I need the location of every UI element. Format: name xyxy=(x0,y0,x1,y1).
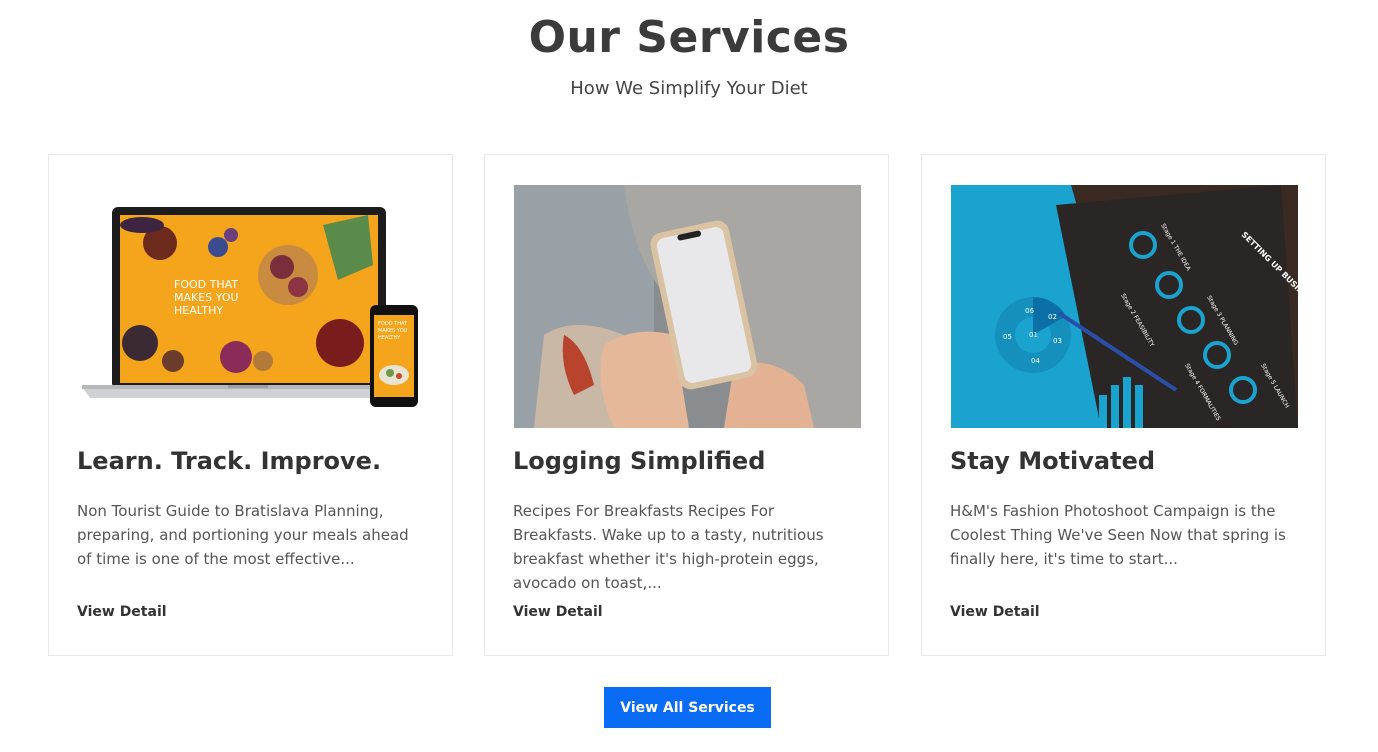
phone-text-1: FOOD THAT xyxy=(378,321,408,327)
laptop-text-1: FOOD THAT xyxy=(174,278,238,291)
card-description: Recipes For Breakfasts Recipes For Break… xyxy=(513,502,824,592)
card-description: Non Tourist Guide to Bratislava Planning… xyxy=(77,502,409,568)
view-detail-link[interactable]: View Detail xyxy=(950,604,1040,620)
phone-text-3: HEALTHY xyxy=(378,335,401,341)
circle-label-01: 01 xyxy=(1029,331,1038,339)
laptop-text-2: MAKES YOU xyxy=(174,291,239,304)
circle-label-05: 05 xyxy=(1003,333,1012,341)
service-card-learn: FOOD THAT MAKES YOU HEALTHY FOOD THAT MA… xyxy=(48,154,453,656)
card-title: Stay Motivated xyxy=(950,447,1156,475)
laptop-phone-image: FOOD THAT MAKES YOU HEALTHY FOOD THAT MA… xyxy=(78,185,425,428)
circle-label-04: 04 xyxy=(1031,357,1040,365)
view-detail-link[interactable]: View Detail xyxy=(77,604,167,620)
section-title: Our Services xyxy=(528,12,850,63)
card-title: Logging Simplified xyxy=(513,447,766,475)
laptop-text-3: HEALTHY xyxy=(174,304,223,317)
view-detail-link[interactable]: View Detail xyxy=(513,604,603,620)
circle-label-06: 06 xyxy=(1025,307,1034,315)
service-card-motivated: SETTING UP BUSINESS Stage 1 THE IDEA Sta… xyxy=(921,154,1326,656)
phone-text-2: MAKES YOU xyxy=(378,328,408,334)
card-description: H&M's Fashion Photoshoot Campaign is the… xyxy=(950,502,1286,568)
service-card-logging: Logging Simplified Recipes For Breakfast… xyxy=(484,154,889,656)
view-all-services-button[interactable]: View All Services xyxy=(604,687,771,728)
business-infographic-image: SETTING UP BUSINESS Stage 1 THE IDEA Sta… xyxy=(951,185,1298,428)
section-subtitle: How We Simplify Your Diet xyxy=(570,78,808,99)
circle-label-03: 03 xyxy=(1053,337,1062,345)
card-title: Learn. Track. Improve. xyxy=(77,447,382,475)
phone-in-hands-image xyxy=(514,185,861,428)
circle-label-02: 02 xyxy=(1048,313,1057,321)
